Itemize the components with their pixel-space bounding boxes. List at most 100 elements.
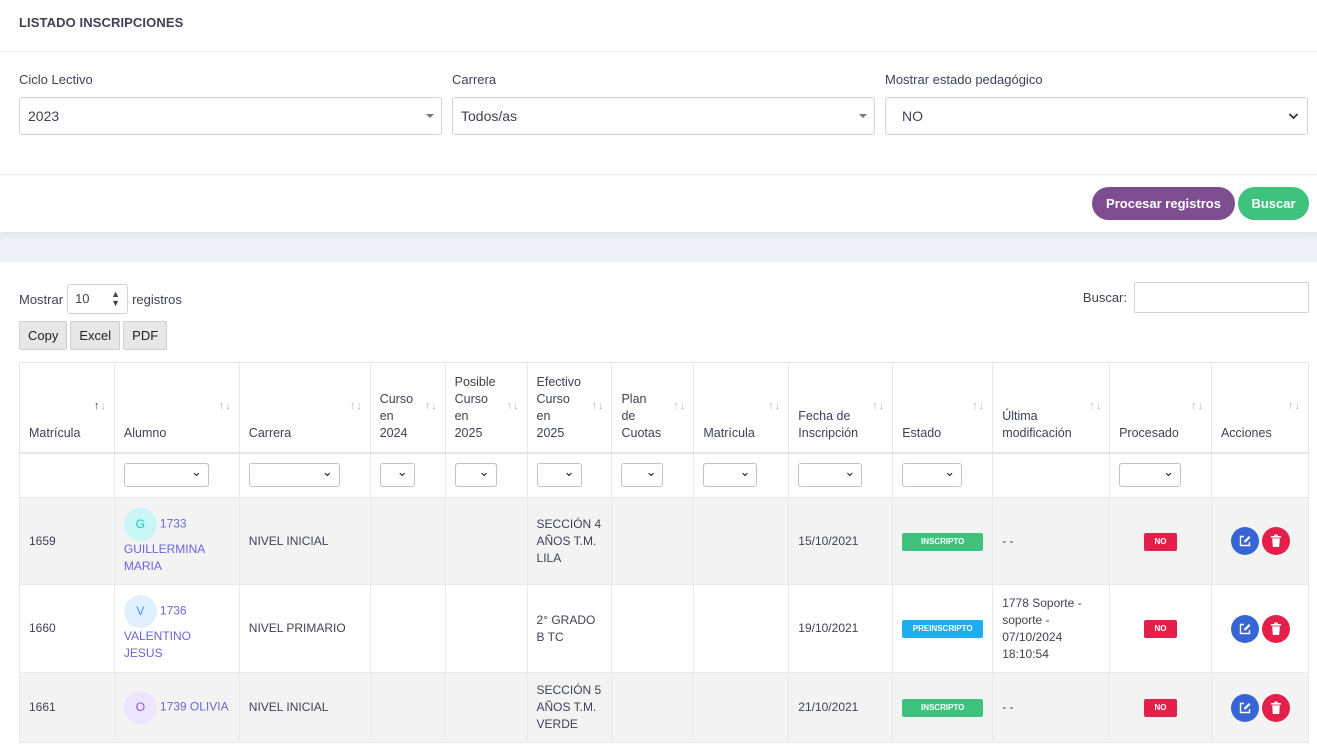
carrera-select[interactable]: Todos/as	[452, 97, 875, 135]
buscar-button[interactable]: Buscar	[1238, 187, 1309, 220]
status-badge: PREINSCRIPTO	[902, 620, 984, 638]
page-length-control: Mostrar 10 ▲ ▼ registros	[19, 284, 182, 314]
edit-icon	[1239, 702, 1251, 713]
col-posible-curso[interactable]: Posible Curso en 2025 ↑↓	[444, 362, 528, 454]
table-row: 1659 G 1733 GUILLERMINA MARIA NIVEL INICI…	[19, 497, 1310, 585]
chevron-down-icon	[1288, 113, 1299, 120]
avatar: V	[123, 595, 157, 628]
col-procesado[interactable]: Procesado ↑↓	[1109, 362, 1212, 454]
edit-button[interactable]	[1230, 614, 1259, 643]
filter-estado-select[interactable]	[902, 463, 963, 488]
cell-carrera: NIVEL INICIAL	[238, 497, 371, 585]
filter-alumno-select[interactable]	[123, 463, 209, 488]
copy-button[interactable]: Copy	[19, 321, 68, 350]
sort-icon: ↑↓	[424, 400, 438, 412]
cell-ultima: 1778 Soporte - soporte - 07/10/2024 18:1…	[992, 584, 1111, 673]
edit-button[interactable]	[1230, 527, 1259, 555]
filter-carrera-select[interactable]	[248, 463, 340, 488]
updown-icon: ▲ ▼	[111, 289, 121, 308]
filter-curso-2024-select[interactable]	[379, 463, 415, 488]
sort-icon: ↑↓	[506, 400, 520, 412]
avatar: G	[123, 507, 157, 541]
filter-efectivo-curso-select[interactable]	[536, 463, 582, 488]
col-fecha-inscripcion[interactable]: Fecha de Inscripción ↑↓	[788, 362, 894, 454]
delete-button[interactable]	[1261, 614, 1290, 643]
sort-icon: ↑↓	[1089, 400, 1103, 412]
search-input[interactable]	[1134, 282, 1309, 313]
estado-ped-select[interactable]: NO	[885, 97, 1308, 135]
edit-button[interactable]	[1230, 693, 1259, 722]
cell-alumno: O 1739 OLIVIA	[113, 672, 240, 743]
ciclo-label: Ciclo Lectivo	[19, 72, 93, 87]
alumno-link[interactable]: 1736	[160, 604, 187, 618]
trash-icon	[1270, 622, 1281, 635]
col-acciones[interactable]: Acciones ↑↓	[1210, 362, 1310, 454]
sort-icon: ↑↓	[349, 400, 363, 412]
export-buttons: Copy Excel PDF	[19, 321, 168, 350]
alumno-name-link[interactable]: GUILLERMINA MARIA	[124, 542, 205, 573]
sort-icon: ↑↓	[1288, 400, 1301, 412]
col-matricula-2[interactable]: Matrícula ↑↓	[693, 362, 790, 454]
pdf-button[interactable]: PDF	[123, 321, 168, 350]
cell-ultima: - -	[992, 497, 1111, 585]
estado-ped-value: NO	[902, 108, 923, 124]
procesar-registros-button[interactable]: Procesar registros	[1092, 187, 1235, 220]
col-estado[interactable]: Estado ↑↓	[892, 362, 994, 454]
alumno-link[interactable]: 1739 OLIVIA	[160, 700, 229, 714]
procesado-badge: NO	[1144, 532, 1178, 551]
edit-icon	[1239, 623, 1251, 634]
header-row: Matrícula ↑↓ Alumno ↑↓ Carrera ↑↓ Curso en 20…	[19, 362, 1310, 454]
filter-fecha-select[interactable]	[798, 463, 863, 488]
alumno-name-link[interactable]: VALENTINO JESUS	[124, 629, 191, 660]
col-alumno[interactable]: Alumno ↑↓	[113, 362, 240, 454]
caret-down-icon	[426, 114, 434, 118]
cell-fecha: 19/10/2021	[788, 584, 894, 673]
estado-ped-filter: Mostrar estado pedagógico NO	[885, 72, 1308, 135]
table-search: Buscar:	[1083, 282, 1309, 313]
excel-button[interactable]: Excel	[70, 321, 121, 350]
cell-fecha: 21/10/2021	[788, 672, 894, 743]
cell-carrera: NIVEL PRIMARIO	[238, 584, 371, 673]
table-card: Mostrar 10 ▲ ▼ registros Buscar: Copy Exc…	[0, 262, 1317, 744]
filter-matricula-select[interactable]	[703, 463, 758, 488]
filter-procesado-select[interactable]	[1119, 463, 1182, 488]
page-size-select[interactable]: 10 ▲ ▼	[67, 284, 129, 314]
col-plan-cuotas[interactable]: Plan de Cuotas ↑↓	[611, 362, 695, 454]
table-row: 1661 O 1739 OLIVIA NIVEL INICIAL SECCIÓN …	[19, 672, 1310, 743]
col-curso-2024[interactable]: Curso en 2024 ↑↓	[369, 362, 446, 454]
trash-icon	[1270, 701, 1281, 714]
mostrar-label: Mostrar	[19, 291, 64, 307]
cell-efectivo: 2° GRADO B TC	[526, 584, 613, 673]
col-ultima-modificacion[interactable]: Última modificación ↑↓	[992, 362, 1111, 454]
status-badge: INSCRIPTO	[902, 699, 984, 717]
ciclo-select[interactable]: 2023	[19, 97, 442, 135]
cell-ultima: - -	[992, 672, 1111, 743]
sort-icon: ↑↓	[673, 400, 687, 412]
avatar: O	[123, 691, 157, 724]
procesado-badge: NO	[1144, 699, 1178, 717]
sort-icon: ↑↓	[1190, 400, 1204, 412]
card-header: LISTADO INSCRIPCIONES	[0, 0, 1317, 52]
divider	[0, 174, 1317, 175]
delete-button[interactable]	[1261, 693, 1290, 722]
cell-alumno: V 1736 VALENTINO JESUS	[113, 584, 240, 673]
alumno-link[interactable]: 1733	[160, 516, 187, 530]
filter-plan-cuotas-select[interactable]	[621, 463, 664, 488]
col-matricula[interactable]: Matrícula ↑↓	[19, 362, 115, 454]
col-efectivo-curso[interactable]: Efectivo Curso en 2025 ↑↓	[526, 362, 613, 454]
cell-matricula: 1661	[19, 672, 115, 743]
cell-fecha: 15/10/2021	[788, 497, 894, 585]
search-label: Buscar:	[1082, 290, 1127, 305]
table-row: 1660 V 1736 VALENTINO JESUS NIVEL PRIMARI…	[19, 584, 1310, 673]
sort-icon: ↑↓	[972, 400, 986, 412]
cell-efectivo: SECCIÓN 4 AÑOS T.M. LILA	[526, 497, 613, 585]
carrera-value: Todos/as	[461, 108, 518, 124]
filter-posible-curso-select[interactable]	[454, 463, 497, 488]
status-badge: INSCRIPTO	[902, 532, 984, 551]
column-filter-row	[19, 452, 1310, 498]
page-title: LISTADO INSCRIPCIONES	[19, 15, 184, 30]
cell-matricula: 1660	[19, 584, 115, 673]
delete-button[interactable]	[1261, 527, 1290, 555]
procesado-badge: NO	[1144, 620, 1178, 638]
col-carrera[interactable]: Carrera ↑↓	[238, 362, 371, 454]
